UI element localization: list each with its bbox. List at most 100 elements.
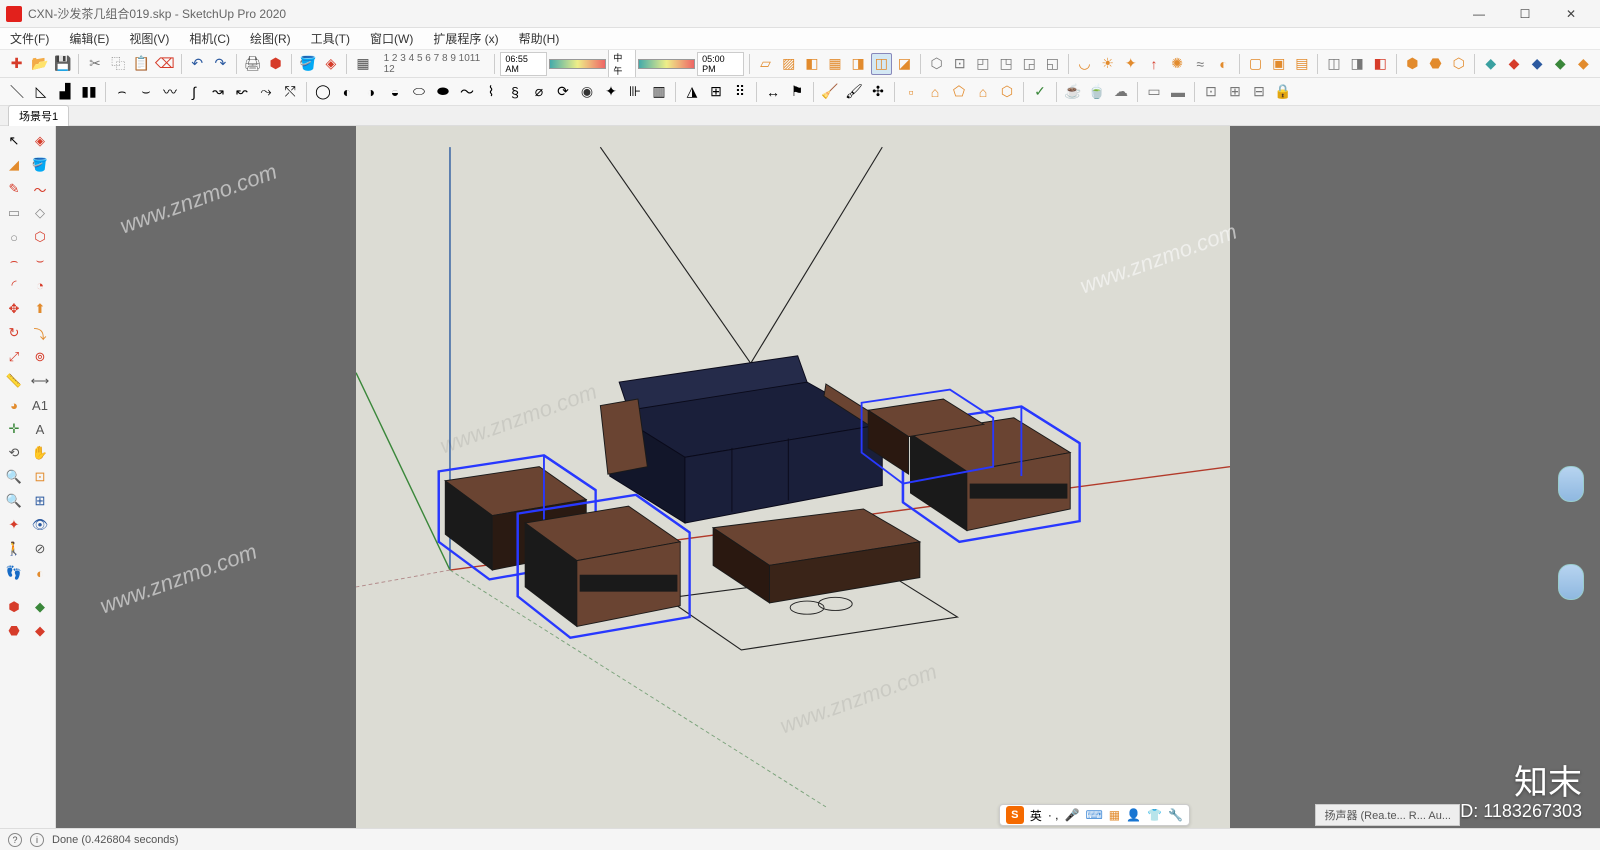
ext4-icon[interactable]: ◆ bbox=[1550, 53, 1571, 75]
lookaround-icon[interactable]: 👁 bbox=[28, 514, 52, 536]
open-icon[interactable]: 📂 bbox=[29, 53, 50, 75]
cut-icon[interactable]: ✂ bbox=[84, 53, 105, 75]
view-left-icon[interactable]: ◱ bbox=[1042, 53, 1063, 75]
ext-a-icon[interactable]: ⬢ bbox=[2, 596, 26, 618]
erase-icon[interactable]: ⌫ bbox=[154, 53, 176, 75]
menu-help[interactable]: 帮助(H) bbox=[515, 28, 564, 49]
zoom-icon[interactable]: 🔍 bbox=[2, 466, 26, 488]
path3-icon[interactable]: ⤳ bbox=[255, 81, 277, 103]
ime-grid-icon[interactable]: ▦ bbox=[1109, 808, 1120, 822]
ime-skin-icon[interactable]: 👕 bbox=[1147, 808, 1162, 822]
compass-icon[interactable]: ✦ bbox=[1120, 53, 1141, 75]
minimize-button[interactable]: — bbox=[1456, 0, 1502, 28]
copy-icon[interactable]: ⿻ bbox=[108, 53, 129, 75]
cloud-icon[interactable]: ☁ bbox=[1110, 81, 1132, 103]
shape6-icon[interactable]: ⬬ bbox=[432, 81, 454, 103]
grill-icon[interactable]: ▥ bbox=[648, 81, 670, 103]
arc1-icon[interactable]: ⌢ bbox=[2, 250, 26, 272]
undo-icon[interactable]: ↶ bbox=[187, 53, 208, 75]
comp2-icon[interactable]: ⬣ bbox=[1425, 53, 1446, 75]
win2-icon[interactable]: ⊞ bbox=[1224, 81, 1246, 103]
comp3-icon[interactable]: ⬡ bbox=[1448, 53, 1469, 75]
view-iso-icon[interactable]: ⬡ bbox=[926, 53, 947, 75]
view-right-icon[interactable]: ◳ bbox=[995, 53, 1016, 75]
move-icon[interactable]: ↔ bbox=[762, 81, 784, 103]
axes-icon[interactable]: ✛ bbox=[2, 418, 26, 440]
path4-icon[interactable]: ⤲ bbox=[279, 81, 301, 103]
orbit-icon[interactable]: ⟲ bbox=[2, 442, 26, 464]
model-icon[interactable]: ⬢ bbox=[265, 53, 286, 75]
tea1-icon[interactable]: ☕ bbox=[1062, 81, 1084, 103]
pan-icon[interactable]: ✋ bbox=[28, 442, 52, 464]
spiral-icon[interactable]: 〰 bbox=[159, 81, 181, 103]
land2-icon[interactable]: ▬ bbox=[1167, 81, 1189, 103]
ext2-icon[interactable]: ◆ bbox=[1503, 53, 1524, 75]
arc-tool-icon[interactable]: ◡ bbox=[1074, 53, 1095, 75]
menu-extensions[interactable]: 扩展程序 (x) bbox=[429, 28, 502, 49]
bezier-icon[interactable]: ∫ bbox=[183, 81, 205, 103]
view-back-icon[interactable]: ◲ bbox=[1019, 53, 1040, 75]
viewport[interactable]: www.znzmo.com www.znzmo.com www.znzmo.co… bbox=[56, 126, 1600, 828]
ext5-icon[interactable]: ◆ bbox=[1573, 53, 1594, 75]
style-shaded-icon[interactable]: ◧ bbox=[801, 53, 822, 75]
pie-icon[interactable]: ◔ bbox=[28, 274, 52, 296]
box2-icon[interactable]: ▣ bbox=[1268, 53, 1289, 75]
helix-icon[interactable]: § bbox=[504, 81, 526, 103]
offset-icon[interactable]: ⊚ bbox=[28, 346, 52, 368]
followme-icon[interactable]: ⤵ bbox=[28, 322, 52, 344]
calc-icon[interactable]: ▦ bbox=[352, 53, 373, 75]
rotrect-icon[interactable]: ◇ bbox=[28, 202, 52, 224]
shape4-icon[interactable]: ◒ bbox=[384, 81, 406, 103]
redo-icon[interactable]: ↷ bbox=[210, 53, 231, 75]
component-icon[interactable]: ◈ bbox=[28, 130, 52, 152]
view-front-icon[interactable]: ◰ bbox=[972, 53, 993, 75]
canvas-3d[interactable] bbox=[356, 126, 1230, 828]
line-icon[interactable]: ＼ bbox=[6, 81, 28, 103]
broom-icon[interactable]: 🧹 bbox=[819, 81, 841, 103]
arc2-icon[interactable]: ⌣ bbox=[28, 250, 52, 272]
style-tex-icon[interactable]: ▦ bbox=[824, 53, 845, 75]
shadow-gradient[interactable] bbox=[549, 59, 607, 69]
tape-icon[interactable]: 📏 bbox=[2, 370, 26, 392]
circle-icon[interactable]: ○ bbox=[2, 226, 26, 248]
spring-icon[interactable]: ⌀ bbox=[528, 81, 550, 103]
ime-mic-icon[interactable]: 🎤 bbox=[1065, 808, 1080, 822]
check-icon[interactable]: ✓ bbox=[1029, 81, 1051, 103]
ime-punct[interactable]: · , bbox=[1048, 808, 1059, 822]
curve2-icon[interactable]: ⌣ bbox=[135, 81, 157, 103]
flag-icon[interactable]: ⚑ bbox=[786, 81, 808, 103]
rotate-icon[interactable]: ↻ bbox=[2, 322, 26, 344]
3dtext-icon[interactable]: A bbox=[28, 418, 52, 440]
tray-toggle-bottom[interactable] bbox=[1558, 564, 1584, 600]
position-icon[interactable]: ✦ bbox=[2, 514, 26, 536]
cube5-icon[interactable]: ⬡ bbox=[996, 81, 1018, 103]
wave1-icon[interactable]: 〜 bbox=[456, 81, 478, 103]
grid-icon[interactable]: ⊞ bbox=[705, 81, 727, 103]
comp1-icon[interactable]: ⬢ bbox=[1402, 53, 1423, 75]
menu-edit[interactable]: 编辑(E) bbox=[65, 28, 113, 49]
box1-icon[interactable]: ▢ bbox=[1245, 53, 1266, 75]
sun-icon[interactable]: ☀ bbox=[1097, 53, 1118, 75]
north-icon[interactable]: ↑ bbox=[1143, 53, 1164, 75]
layer3-icon[interactable]: ◧ bbox=[1370, 53, 1391, 75]
menu-file[interactable]: 文件(F) bbox=[6, 28, 53, 49]
section-tool-icon[interactable]: ⊘ bbox=[28, 538, 52, 560]
plugin2-icon[interactable]: ◐ bbox=[28, 562, 52, 584]
walk-icon[interactable]: 🚶 bbox=[2, 538, 26, 560]
cube4-icon[interactable]: ⌂ bbox=[972, 81, 994, 103]
shape3-icon[interactable]: ◑ bbox=[360, 81, 382, 103]
info-icon[interactable]: i bbox=[30, 833, 44, 847]
ext-c-icon[interactable]: ⬣ bbox=[2, 620, 26, 642]
shape5-icon[interactable]: ⬭ bbox=[408, 81, 430, 103]
land-icon[interactable]: ▭ bbox=[1143, 81, 1165, 103]
pencil-icon[interactable]: ✎ bbox=[2, 178, 26, 200]
curve1-icon[interactable]: ⌢ bbox=[111, 81, 133, 103]
cube1-icon[interactable]: ▫ bbox=[900, 81, 922, 103]
mirror-icon[interactable]: ◮ bbox=[681, 81, 703, 103]
style-back-icon[interactable]: ◪ bbox=[894, 53, 915, 75]
cube3-icon[interactable]: ⬠ bbox=[948, 81, 970, 103]
bars-icon[interactable]: ▮▮ bbox=[78, 81, 100, 103]
zoomext2-icon[interactable]: ⊞ bbox=[28, 490, 52, 512]
tray-toggle-top[interactable] bbox=[1558, 466, 1584, 502]
shape2-icon[interactable]: ◐ bbox=[336, 81, 358, 103]
